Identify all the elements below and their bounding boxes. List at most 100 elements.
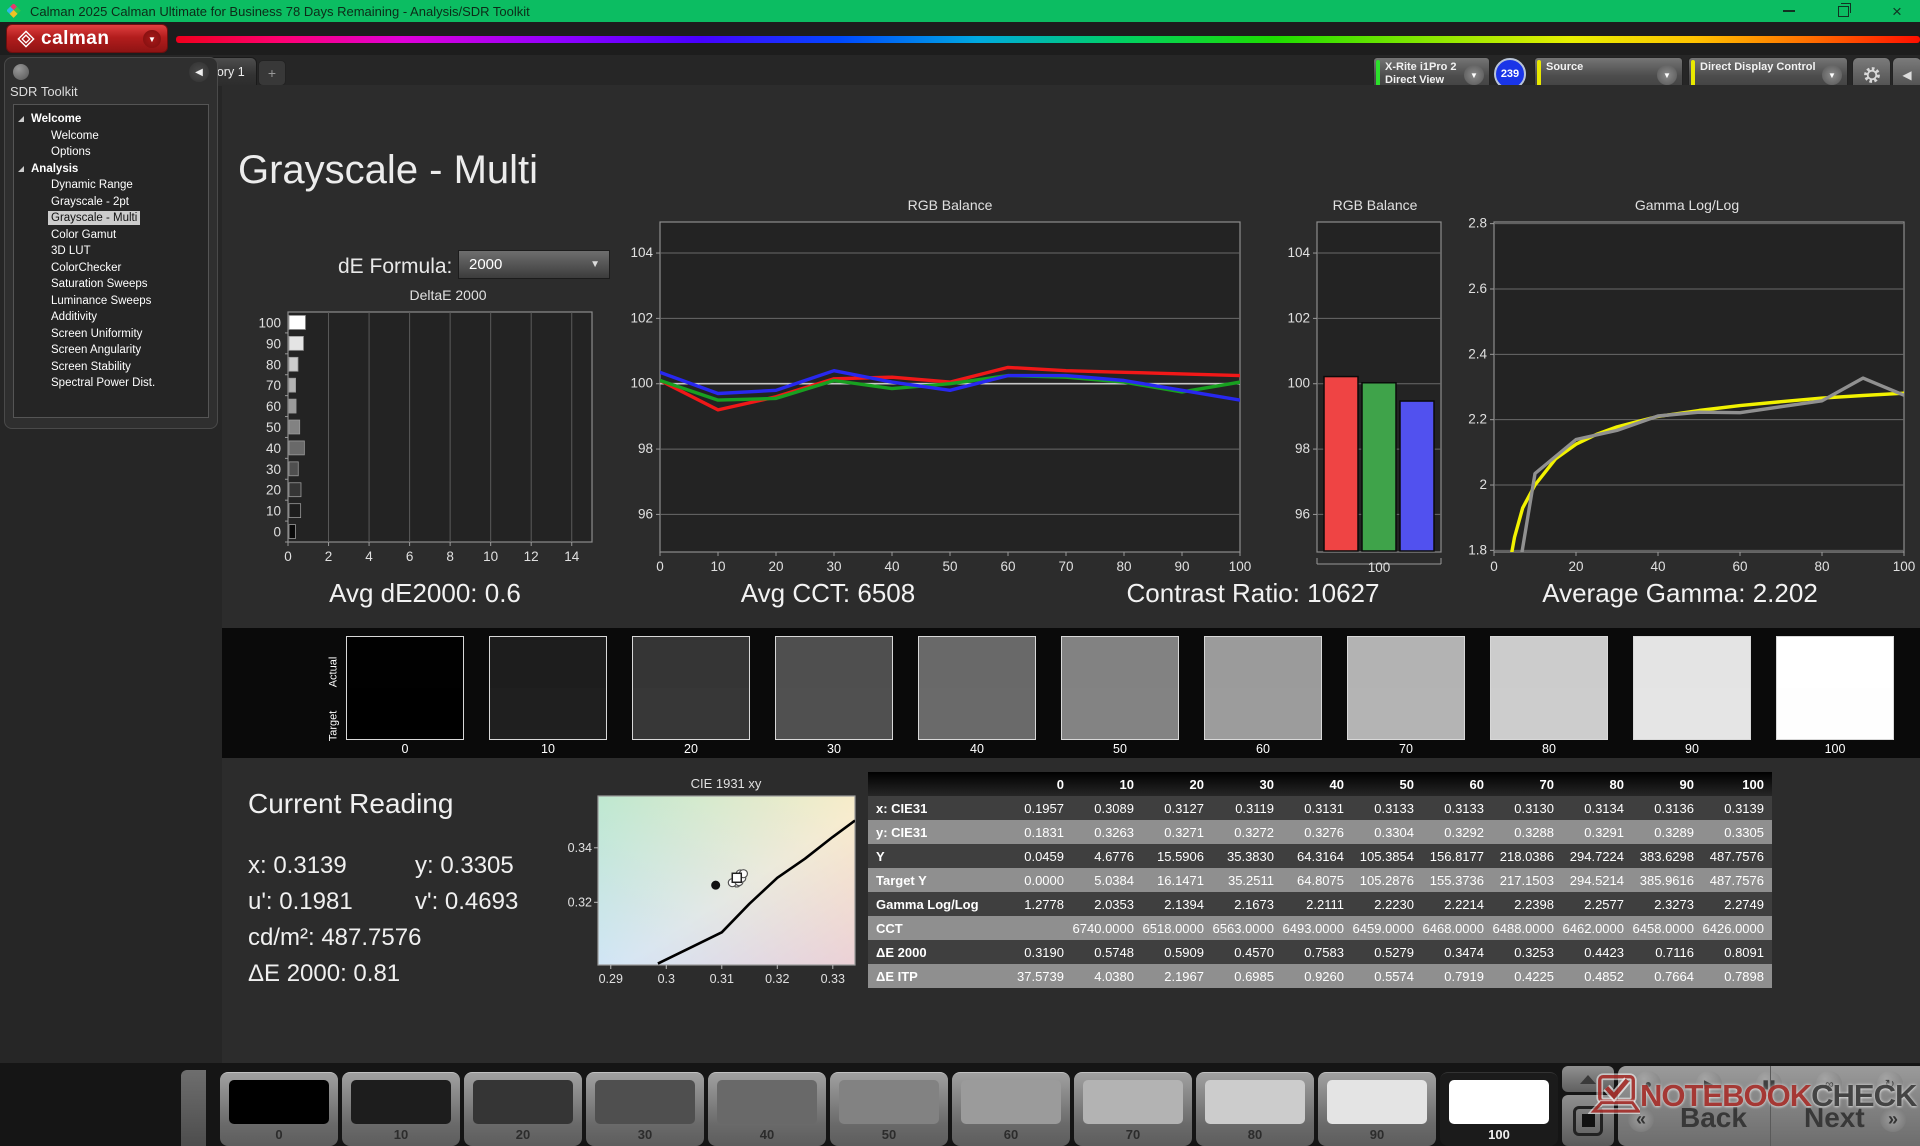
gray-patch-button-100[interactable]: 100 — [1440, 1072, 1558, 1146]
restore-button[interactable] — [1830, 2, 1856, 20]
sidebar-group-analysis[interactable]: Analysis — [14, 161, 208, 178]
table-column-header: 0 — [1002, 772, 1072, 796]
gray-patch-button-0[interactable]: 0 — [220, 1072, 338, 1146]
svg-text:70: 70 — [1058, 559, 1073, 574]
next-chevron-icon[interactable]: » — [1880, 1106, 1906, 1132]
gray-patch-button-90[interactable]: 90 — [1318, 1072, 1436, 1146]
rgb-balance-bar-chart: RGB Balance9698100102104100 — [1283, 196, 1455, 581]
sidebar-item-3d-lut[interactable]: 3D LUT — [14, 243, 208, 260]
patch-swatch — [717, 1080, 817, 1124]
sidebar-collapse-button[interactable]: ◀ — [189, 62, 209, 82]
eject-button[interactable] — [1562, 1066, 1614, 1092]
play-icon[interactable]: ▶ — [1696, 1071, 1722, 1097]
reading-v: v': 0.4693 — [415, 888, 518, 916]
sidebar-group-welcome[interactable]: Welcome — [14, 111, 208, 128]
gray-patch-button-40[interactable]: 40 — [708, 1072, 826, 1146]
svg-text:RGB Balance: RGB Balance — [908, 197, 993, 213]
sidebar-item-screen-uniformity[interactable]: Screen Uniformity — [14, 326, 208, 343]
next-button[interactable]: Next — [1804, 1102, 1865, 1134]
sidebar-item-spectral-power-dist[interactable]: Spectral Power Dist. — [14, 375, 208, 392]
svg-text:CIE 1931 xy: CIE 1931 xy — [691, 776, 762, 791]
svg-text:30: 30 — [826, 559, 841, 574]
close-button[interactable]: × — [1884, 2, 1910, 20]
transport-panel: ● ▶ ▮▮ ∞ ↻ « Back Next » — [1618, 1066, 1920, 1146]
patch-swatch — [351, 1080, 451, 1124]
svg-text:50: 50 — [266, 420, 281, 435]
gray-patch-button-80[interactable]: 80 — [1196, 1072, 1314, 1146]
pause-icon[interactable]: ▮▮ — [1756, 1071, 1782, 1097]
source-label: Source — [1546, 61, 1583, 73]
svg-text:0: 0 — [1490, 559, 1498, 574]
sidebar-item-screen-stability[interactable]: Screen Stability — [14, 359, 208, 376]
table-column-header: 10 — [1072, 772, 1142, 796]
meter-dropdown-icon[interactable]: ▼ — [1464, 65, 1484, 85]
sidebar-item-dynamic-range[interactable]: Dynamic Range — [14, 177, 208, 194]
source-dropdown-icon[interactable]: ▼ — [1657, 65, 1677, 85]
table-row-cct: CCT6740.00006518.00006563.00006493.00006… — [868, 916, 1772, 940]
meter-name: X-Rite i1Pro 2 — [1385, 61, 1457, 73]
sidebar-item-screen-angularity[interactable]: Screen Angularity — [14, 342, 208, 359]
gray-patch-button-50[interactable]: 50 — [830, 1072, 948, 1146]
display-control-dropdown-icon[interactable]: ▼ — [1822, 65, 1842, 85]
up-arrow-icon — [1580, 1075, 1596, 1084]
sidebar-item-options[interactable]: Options — [14, 144, 208, 161]
svg-text:80: 80 — [1116, 559, 1131, 574]
reading-uv: u': 0.1981 v': 0.4693 — [248, 888, 353, 916]
sidebar-item-saturation-sweeps[interactable]: Saturation Sweeps — [14, 276, 208, 293]
svg-text:2.6: 2.6 — [1468, 281, 1487, 296]
gray-patch-button-70[interactable]: 70 — [1074, 1072, 1192, 1146]
de-formula-select[interactable]: 2000 ▼ — [458, 250, 610, 279]
gray-ramp-swatch-30: 30 — [775, 636, 893, 756]
calman-menu-button[interactable]: calman ▼ — [6, 24, 168, 53]
record-icon[interactable]: ● — [1635, 1071, 1661, 1097]
transport-divider — [1770, 1066, 1771, 1146]
svg-text:2: 2 — [325, 549, 333, 564]
svg-text:20: 20 — [768, 559, 783, 574]
sidebar-item-color-gamut[interactable]: Color Gamut — [14, 227, 208, 244]
svg-text:40: 40 — [266, 441, 281, 456]
svg-text:DeltaE 2000: DeltaE 2000 — [409, 288, 486, 303]
gray-patch-button-30[interactable]: 30 — [586, 1072, 704, 1146]
reading-luminance: cd/m²: 487.7576 — [248, 924, 421, 952]
svg-text:10: 10 — [266, 504, 281, 519]
svg-text:0.3: 0.3 — [658, 972, 675, 986]
refresh-icon[interactable]: ↻ — [1877, 1071, 1903, 1097]
minimize-button[interactable] — [1776, 2, 1802, 20]
sidebar-item-luminance-sweeps[interactable]: Luminance Sweeps — [14, 293, 208, 310]
measurement-table: 0102030405060708090100x: CIE310.19570.30… — [868, 772, 1772, 988]
sidebar-item-colorchecker[interactable]: ColorChecker — [14, 260, 208, 277]
gear-icon — [1862, 65, 1882, 85]
add-tab-button[interactable]: + — [258, 60, 286, 86]
svg-text:30: 30 — [266, 462, 281, 477]
sidebar-item-grayscale-multi[interactable]: Grayscale - Multi — [14, 210, 208, 227]
gray-ramp-swatch-80: 80 — [1490, 636, 1608, 756]
gray-ramp-swatch-20: 20 — [632, 636, 750, 756]
calman-diamond-icon — [17, 30, 35, 48]
sidebar-pin-button[interactable] — [13, 64, 29, 80]
sidebar-item-welcome[interactable]: Welcome — [14, 128, 208, 145]
patch-swatch — [839, 1080, 939, 1124]
display-control-label: Direct Display Control — [1700, 61, 1816, 73]
gray-patch-button-10[interactable]: 10 — [342, 1072, 460, 1146]
svg-text:102: 102 — [630, 310, 653, 325]
gray-ramp-swatch-90: 90 — [1633, 636, 1751, 756]
patch-swatch — [595, 1080, 695, 1124]
sidebar-item-grayscale-2pt[interactable]: Grayscale - 2pt — [14, 194, 208, 211]
back-button[interactable]: Back — [1680, 1102, 1747, 1134]
loop-icon[interactable]: ∞ — [1816, 1071, 1842, 1097]
svg-text:2.8: 2.8 — [1468, 216, 1487, 231]
svg-text:0: 0 — [656, 559, 664, 574]
svg-text:98: 98 — [638, 441, 653, 456]
bottom-bar-left-tab — [181, 1070, 206, 1146]
svg-text:1.8: 1.8 — [1468, 542, 1487, 557]
svg-text:104: 104 — [630, 245, 653, 260]
back-chevron-icon[interactable]: « — [1628, 1106, 1654, 1132]
gray-patch-button-60[interactable]: 60 — [952, 1072, 1070, 1146]
stop-button[interactable] — [1562, 1095, 1614, 1146]
reading-u: u': 0.1981 — [248, 888, 353, 915]
calman-dropdown-icon[interactable]: ▼ — [143, 30, 161, 48]
gray-patch-button-20[interactable]: 20 — [464, 1072, 582, 1146]
gray-ramp-strip: Actual Target 0102030405060708090100 — [222, 628, 1920, 758]
svg-text:70: 70 — [266, 378, 281, 393]
sidebar-item-additivity[interactable]: Additivity — [14, 309, 208, 326]
